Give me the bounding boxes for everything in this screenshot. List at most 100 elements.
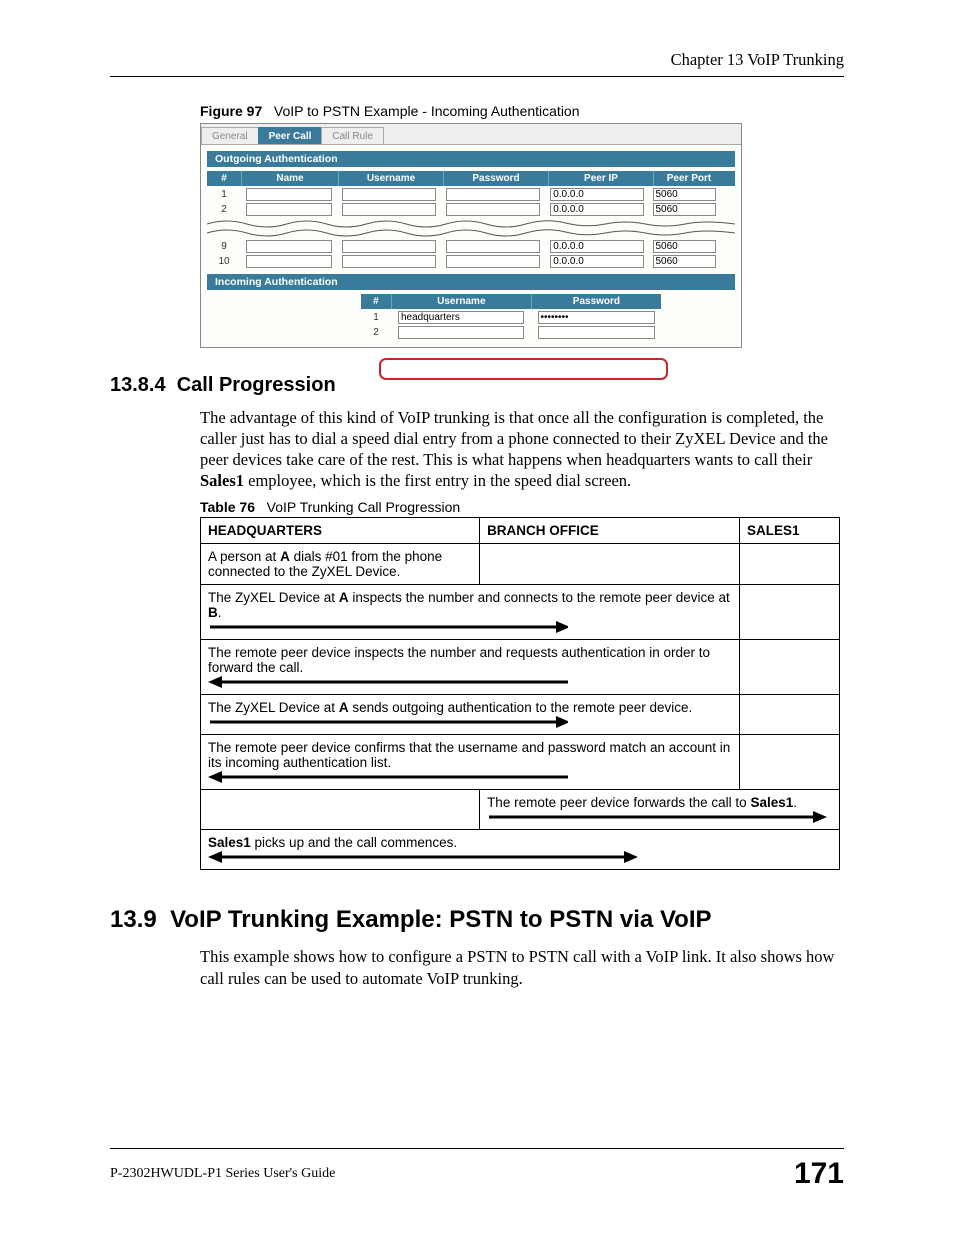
header-rule (110, 76, 844, 77)
password-input[interactable] (538, 326, 655, 339)
col-peer-ip: Peer IP (549, 171, 654, 186)
cell: The remote peer device confirms that the… (201, 735, 740, 790)
table-caption: Table 76 VoIP Trunking Call Progression (200, 499, 844, 515)
cell: The ZyXEL Device at A inspects the numbe… (201, 585, 740, 640)
cell (740, 735, 840, 790)
name-input[interactable] (246, 188, 332, 201)
name-input[interactable] (246, 203, 332, 216)
username-input[interactable] (342, 240, 436, 253)
table-row: The remote peer device forwards the call… (201, 790, 840, 830)
peer-port-input[interactable] (653, 240, 716, 253)
peer-ip-input[interactable] (550, 255, 644, 268)
cell (740, 544, 840, 585)
password-input[interactable] (446, 188, 540, 201)
ui-screenshot: General Peer Call Call Rule Outgoing Aut… (200, 123, 742, 348)
password-input[interactable] (538, 311, 655, 324)
body-paragraph: This example shows how to configure a PS… (200, 946, 844, 988)
peer-ip-input[interactable] (550, 240, 644, 253)
username-input[interactable] (398, 311, 524, 324)
call-progression-table: HEADQUARTERS BRANCH OFFICE SALES1 A pers… (200, 517, 840, 870)
row-index: 2 (207, 203, 241, 216)
outgoing-row: 9 (207, 240, 735, 253)
tab-bar: General Peer Call Call Rule (201, 124, 741, 145)
table-row: The remote peer device inspects the numb… (201, 640, 840, 695)
incoming-row: 1 (361, 311, 661, 324)
col-username: Username (339, 171, 444, 186)
name-input[interactable] (246, 240, 332, 253)
arrow-left-icon (208, 770, 568, 784)
footer-guide-title: P-2302HWUDL-P1 Series User's Guide (110, 1166, 335, 1182)
table-row: The ZyXEL Device at A inspects the numbe… (201, 585, 840, 640)
peer-port-input[interactable] (653, 188, 716, 201)
arrow-left-icon (208, 675, 568, 689)
row-index: 1 (207, 188, 241, 201)
cell: The remote peer device inspects the numb… (201, 640, 740, 695)
col-name: Name (242, 171, 339, 186)
col-username: Username (392, 294, 532, 309)
peer-ip-input[interactable] (550, 203, 644, 216)
username-input[interactable] (342, 255, 436, 268)
incoming-row: 2 (361, 326, 661, 339)
table-row: A person at A dials #01 from the phone c… (201, 544, 840, 585)
cell (740, 640, 840, 695)
row-index: 9 (207, 240, 241, 253)
tab-general[interactable]: General (201, 127, 259, 144)
cell (201, 790, 480, 830)
row-index: 1 (361, 311, 391, 324)
table-header-row: HEADQUARTERS BRANCH OFFICE SALES1 (201, 518, 840, 544)
outgoing-auth-header: Outgoing Authentication (207, 151, 735, 167)
page-footer: P-2302HWUDL-P1 Series User's Guide 171 (110, 1148, 844, 1191)
table-row: The ZyXEL Device at A sends outgoing aut… (201, 695, 840, 735)
incoming-grid: # Username Password 1 2 (201, 294, 741, 339)
heading-number: 13.8.4 (110, 374, 166, 396)
col-index: # (361, 294, 392, 309)
heading-number: 13.9 (110, 906, 157, 933)
cell (480, 544, 740, 585)
heading-13-9: 13.9 VoIP Trunking Example: PSTN to PSTN… (110, 906, 844, 934)
body-paragraph: The advantage of this kind of VoIP trunk… (200, 407, 844, 491)
figure-97: Figure 97 VoIP to PSTN Example - Incomin… (200, 103, 844, 348)
figure-title: VoIP to PSTN Example - Incoming Authenti… (274, 103, 580, 119)
arrow-right-icon (208, 620, 568, 634)
username-input[interactable] (342, 188, 436, 201)
row-index: 2 (361, 326, 391, 339)
row-index: 10 (207, 255, 241, 268)
table-label: Table 76 (200, 499, 255, 515)
col-index: # (207, 171, 242, 186)
table-row: The remote peer device confirms that the… (201, 735, 840, 790)
callout-highlight (379, 358, 668, 380)
outgoing-grid-header: # Name Username Password Peer IP Peer Po… (207, 171, 735, 186)
col-headquarters: HEADQUARTERS (201, 518, 480, 544)
cell (740, 695, 840, 735)
cell (740, 585, 840, 640)
incoming-auth-header: Incoming Authentication (207, 274, 735, 290)
page-number: 171 (794, 1157, 844, 1191)
username-input[interactable] (342, 203, 436, 216)
arrow-both-icon (208, 850, 638, 864)
figure-label: Figure 97 (200, 103, 262, 119)
tab-peer-call[interactable]: Peer Call (258, 127, 323, 144)
outgoing-row: 10 (207, 255, 735, 268)
name-input[interactable] (246, 255, 332, 268)
cell: A person at A dials #01 from the phone c… (201, 544, 480, 585)
torn-edge-icon (207, 218, 735, 238)
figure-caption: Figure 97 VoIP to PSTN Example - Incomin… (200, 103, 844, 119)
outgoing-row: 2 (207, 203, 735, 216)
cell: The ZyXEL Device at A sends outgoing aut… (201, 695, 740, 735)
table-title: VoIP Trunking Call Progression (267, 499, 461, 515)
username-input[interactable] (398, 326, 524, 339)
table-row: Sales1 picks up and the call commences. (201, 830, 840, 870)
peer-port-input[interactable] (653, 203, 716, 216)
peer-port-input[interactable] (653, 255, 716, 268)
password-input[interactable] (446, 255, 540, 268)
peer-ip-input[interactable] (550, 188, 644, 201)
tab-call-rule[interactable]: Call Rule (321, 127, 384, 144)
col-password: Password (444, 171, 549, 186)
running-header: Chapter 13 VoIP Trunking (110, 50, 844, 70)
heading-title: VoIP Trunking Example: PSTN to PSTN via … (170, 906, 711, 933)
arrow-right-icon (487, 810, 827, 824)
col-branch-office: BRANCH OFFICE (480, 518, 740, 544)
password-input[interactable] (446, 240, 540, 253)
col-sales1: SALES1 (740, 518, 840, 544)
password-input[interactable] (446, 203, 540, 216)
